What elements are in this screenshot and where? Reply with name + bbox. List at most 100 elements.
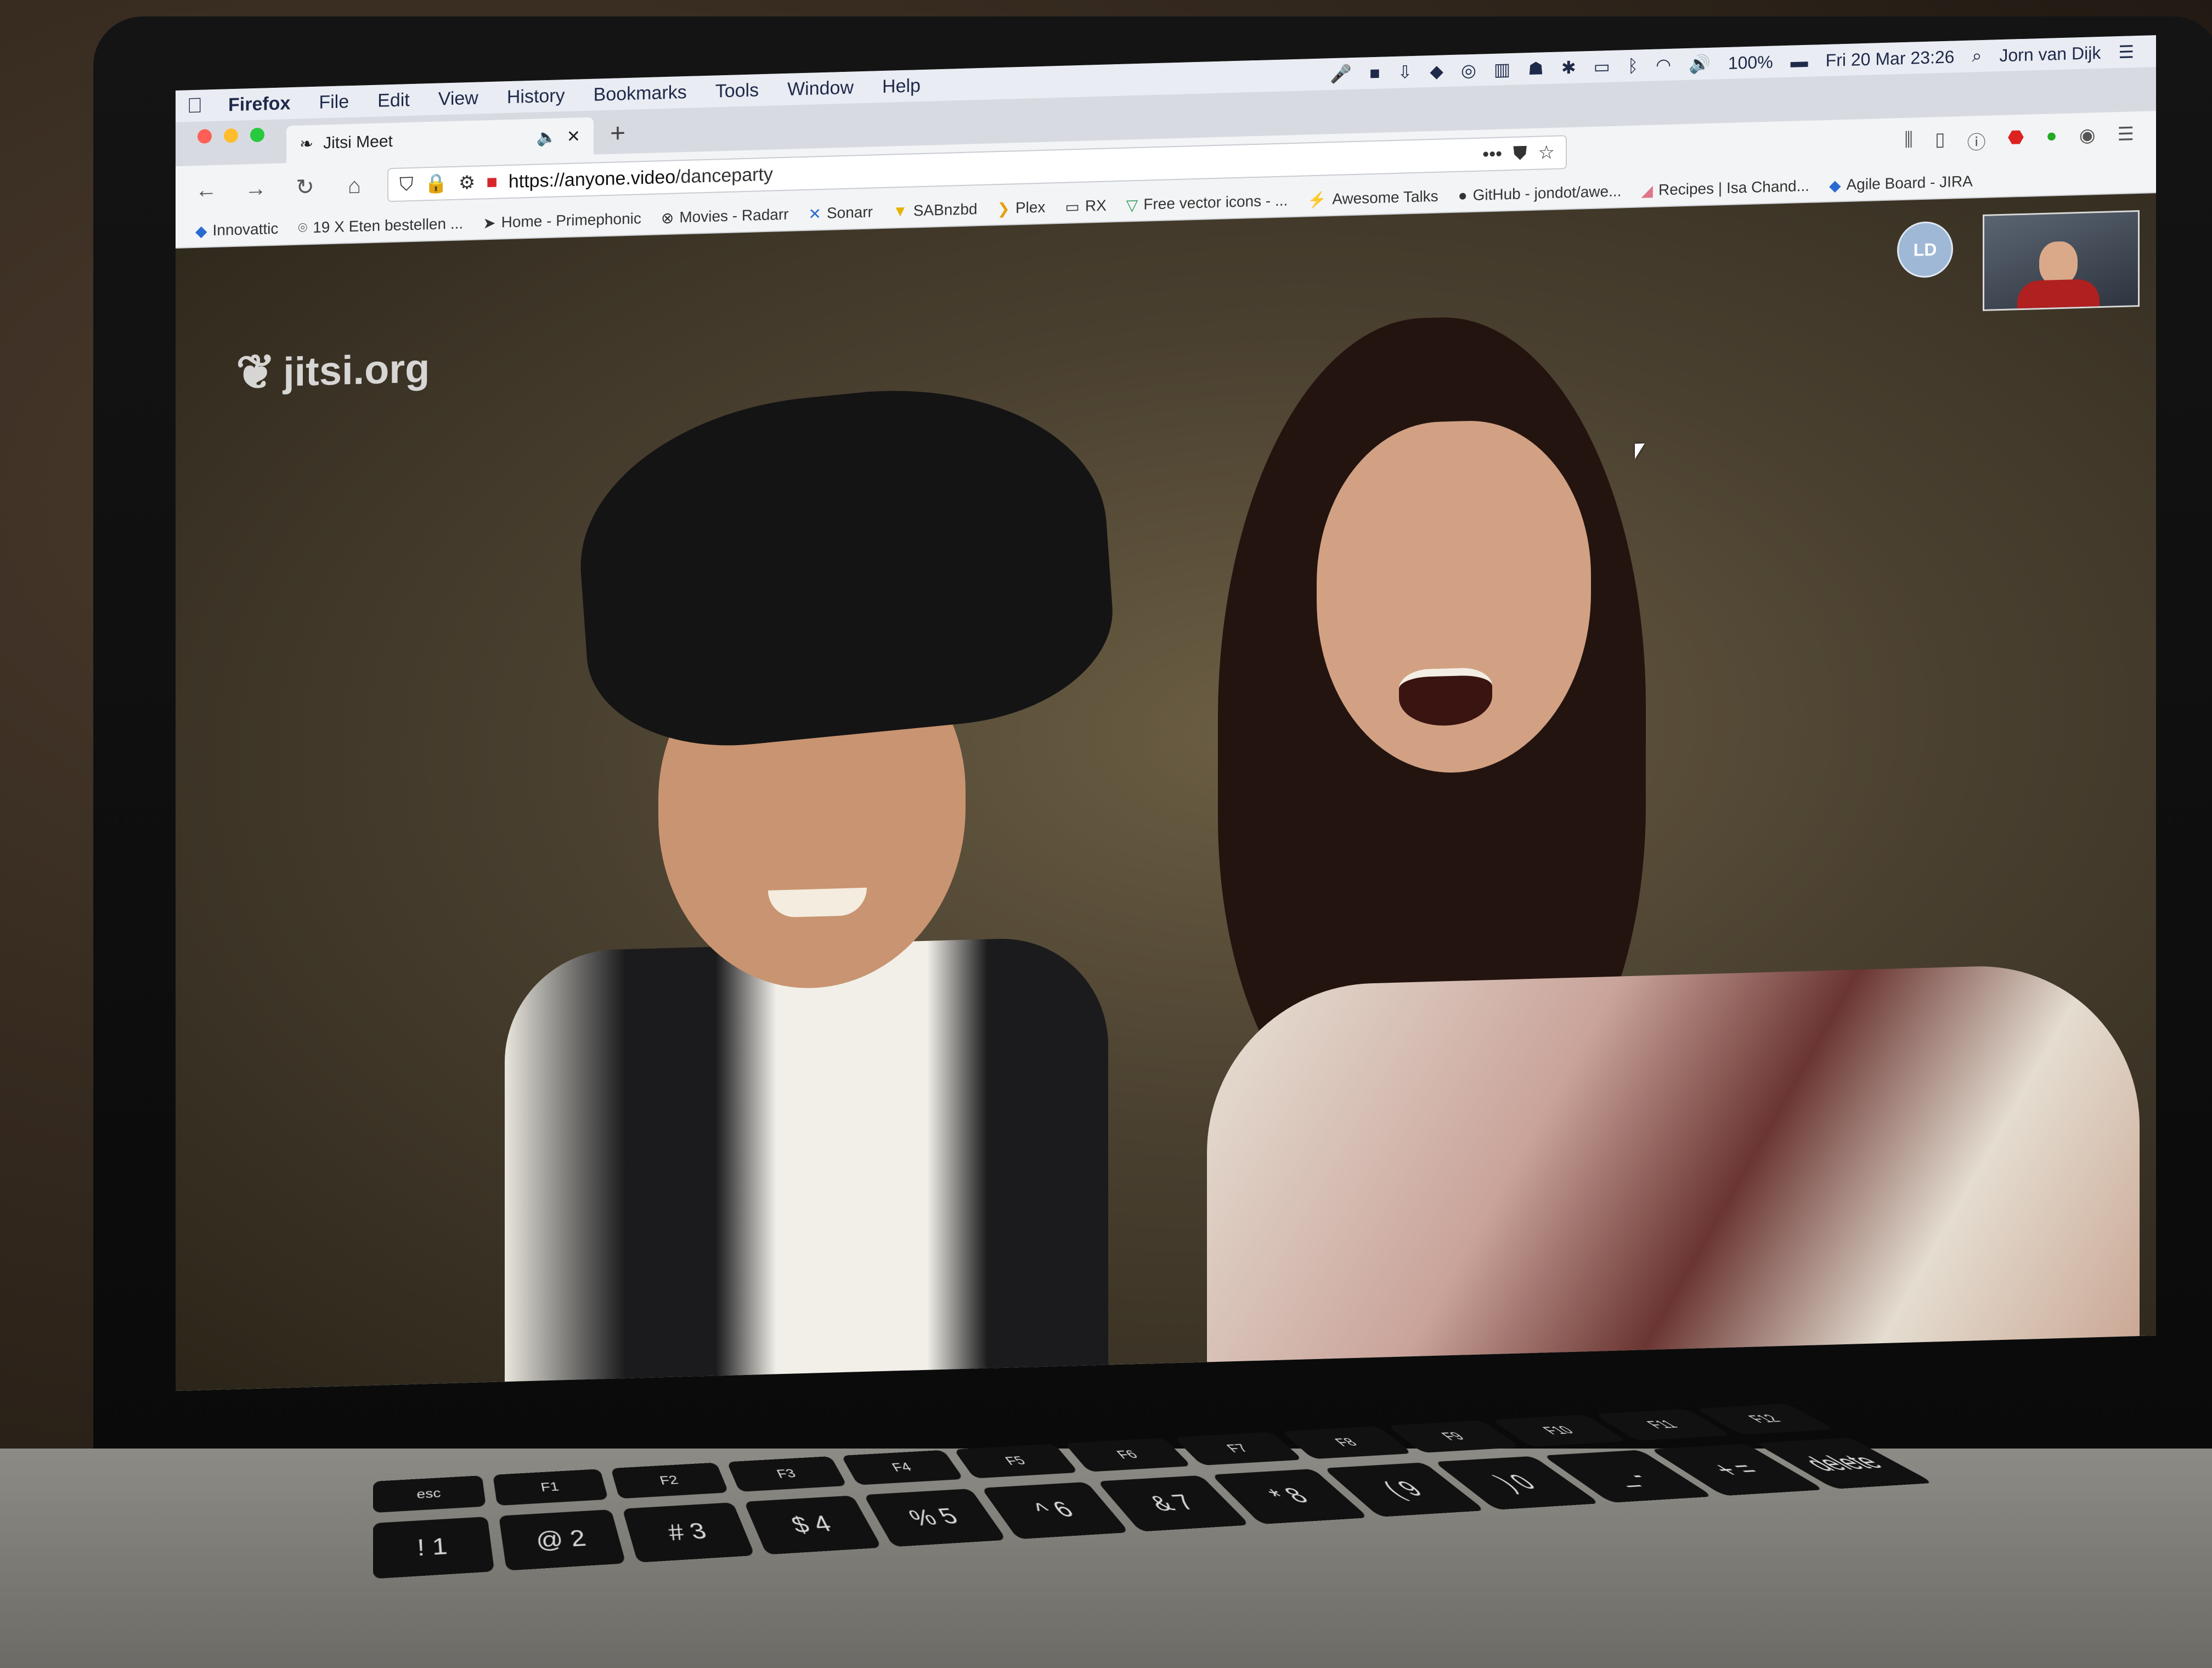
bookmark-radarr[interactable]: ⊗ Movies - Radarr (661, 205, 789, 227)
key-f4[interactable]: F4 (841, 1450, 964, 1485)
menu-bookmarks[interactable]: Bookmarks (579, 81, 701, 106)
menu-firefox[interactable]: Firefox (214, 92, 304, 116)
vector-icon: ▽ (1126, 196, 1138, 214)
key-f5[interactable]: F5 (953, 1444, 1079, 1479)
volume-icon[interactable]: 🔊 (1689, 53, 1711, 75)
sonarr-icon: ✕ (808, 205, 821, 223)
diamond-icon: ◆ (195, 222, 207, 240)
sidebar-icon[interactable]: ▯ (1935, 128, 1945, 155)
menu-file[interactable]: File (304, 91, 363, 114)
key-1[interactable]: ! 1 (373, 1517, 495, 1579)
key-3[interactable]: # 3 (622, 1502, 755, 1563)
close-tab-icon[interactable]: ✕ (567, 127, 580, 146)
bookmark-agile-board[interactable]: ◆ Agile Board - JIRA (1829, 172, 1973, 194)
meeting-video-stage[interactable]: ❦ jitsi.org LD (176, 193, 2156, 1391)
play-arrow-icon: ➤ (483, 214, 496, 232)
sabnzbd-icon: ▼ (893, 202, 908, 220)
github-icon: ● (1458, 187, 1468, 204)
adblock-icon[interactable]: ⬣ (2008, 126, 2024, 153)
bookmark-github[interactable]: ● GitHub - jondot/awe... (1458, 182, 1622, 204)
bookmark-star-icon[interactable]: ☆ (1538, 142, 1555, 164)
bookmark-recipes[interactable]: ◢ Recipes | Isa Chand... (1641, 177, 1809, 200)
bluetooth-icon[interactable]: ᛒ (1628, 55, 1638, 76)
page-actions-icon[interactable]: ••• (1482, 143, 1502, 165)
menu-view[interactable]: View (424, 87, 493, 110)
participant-avatar[interactable]: LD (1897, 221, 1953, 279)
jitsi-favicon-icon: ❧ (300, 134, 314, 154)
menu-tools[interactable]: Tools (701, 79, 773, 103)
watermark-text: jitsi.org (283, 345, 430, 395)
jitsi-watermark[interactable]: ❦ jitsi.org (236, 340, 430, 401)
key-5[interactable]: % 5 (863, 1489, 1007, 1547)
bookmark-free-vector-icons[interactable]: ▽ Free vector icons - ... (1126, 191, 1288, 214)
target-icon[interactable]: ◎ (1461, 60, 1476, 81)
dropbox-icon[interactable]: ◆ (1430, 60, 1443, 82)
radarr-icon: ⊗ (661, 209, 674, 227)
incognito-icon[interactable]: ☗ (1528, 58, 1544, 79)
jira-icon: ◆ (1829, 176, 1841, 194)
microphone-icon[interactable]: 🎤 (1330, 63, 1352, 84)
battery-icon[interactable]: ▬ (1791, 50, 1808, 71)
home-icon[interactable]: ⌂ (338, 173, 371, 199)
bookmark-awesome-talks[interactable]: ⚡ Awesome Talks (1307, 187, 1438, 209)
bookmark-sabnzbd[interactable]: ▼ SABnzbd (893, 200, 977, 220)
library-icon[interactable]: ⫼ (1904, 129, 1913, 156)
bookmark-eten-bestellen[interactable]: ⌾ 19 X Eten bestellen ... (298, 215, 463, 237)
camera-icon[interactable]: ■ (1369, 63, 1380, 83)
account-icon[interactable]: ◉ (2079, 124, 2096, 151)
lightning-icon: ⚡ (1307, 190, 1327, 208)
local-video-thumbnail[interactable] (1983, 210, 2140, 311)
back-arrow-icon[interactable]: ← (190, 177, 223, 203)
bookmark-plex[interactable]: ❯ Plex (997, 198, 1045, 217)
snowflake-icon[interactable]: ✱ (1561, 57, 1576, 78)
menu-edit[interactable]: Edit (363, 89, 424, 112)
jitsi-logo-icon: ❦ (236, 345, 276, 399)
maximize-window-button[interactable] (250, 127, 264, 143)
thumbnail-shirt (2017, 279, 2100, 311)
key-f8[interactable]: F8 (1281, 1426, 1413, 1460)
key-esc[interactable]: esc (373, 1475, 486, 1513)
key-f7[interactable]: F7 (1173, 1432, 1304, 1466)
bookmark-sonarr[interactable]: ✕ Sonarr (809, 203, 873, 223)
key-4[interactable]: $ 4 (743, 1495, 882, 1555)
info-icon[interactable]: ⓘ (1967, 127, 1986, 154)
bookmark-innovattic[interactable]: ◆ Innovattic (195, 219, 278, 240)
key-f6[interactable]: F6 (1064, 1438, 1192, 1472)
wifi-icon[interactable]: ◠ (1656, 54, 1671, 76)
spotlight-search-icon[interactable]: ⌕ (1972, 46, 1982, 67)
bookmark-primephonic[interactable]: ➤ Home - Primephonic (483, 210, 641, 232)
key-2[interactable]: @ 2 (499, 1509, 626, 1571)
reload-icon[interactable]: ↻ (289, 174, 321, 201)
permissions-icon[interactable]: ⚙ (459, 172, 475, 194)
hamburger-menu-icon[interactable]: ☰ (2118, 123, 2134, 150)
key-f2[interactable]: F2 (611, 1462, 729, 1499)
bars-icon[interactable]: ▥ (1494, 59, 1510, 80)
close-window-button[interactable] (198, 129, 212, 144)
menu-history[interactable]: History (493, 84, 579, 108)
new-tab-button[interactable]: + (594, 117, 642, 154)
clock[interactable]: Fri 20 Mar 23:26 (1826, 47, 1955, 71)
extension-icon[interactable]: ● (2046, 125, 2057, 153)
participant-man-body (505, 936, 1108, 1391)
participant-woman-body (1207, 962, 2140, 1391)
airplay-icon[interactable]: ▭ (1594, 56, 1610, 77)
key-f3[interactable]: F3 (726, 1456, 848, 1492)
tracking-shield-icon[interactable]: ⛉ (399, 173, 414, 195)
user-name[interactable]: Jorn van Dijk (1999, 42, 2101, 65)
notification-list-icon[interactable]: ☰ (2118, 41, 2134, 63)
plex-icon: ❯ (997, 200, 1010, 217)
menu-window[interactable]: Window (773, 76, 868, 100)
camera-sharing-icon[interactable]: ■ (486, 171, 498, 193)
participant-man-hat (570, 369, 1120, 760)
menu-help[interactable]: Help (868, 75, 935, 98)
download-icon[interactable]: ⇩ (1398, 61, 1413, 83)
key-f1[interactable]: F1 (493, 1469, 608, 1506)
lock-icon[interactable]: 🔒 (425, 172, 448, 195)
apple-icon[interactable]:  (176, 94, 214, 119)
tab-audio-icon[interactable]: 🔈 (537, 127, 557, 147)
minimize-window-button[interactable] (224, 128, 238, 143)
bookmark-rx[interactable]: ▭ RX (1065, 196, 1106, 216)
forward-arrow-icon[interactable]: → (239, 176, 272, 202)
pocket-icon[interactable]: ⛊ (1513, 143, 1527, 165)
mouse-cursor-icon (1635, 443, 1645, 459)
